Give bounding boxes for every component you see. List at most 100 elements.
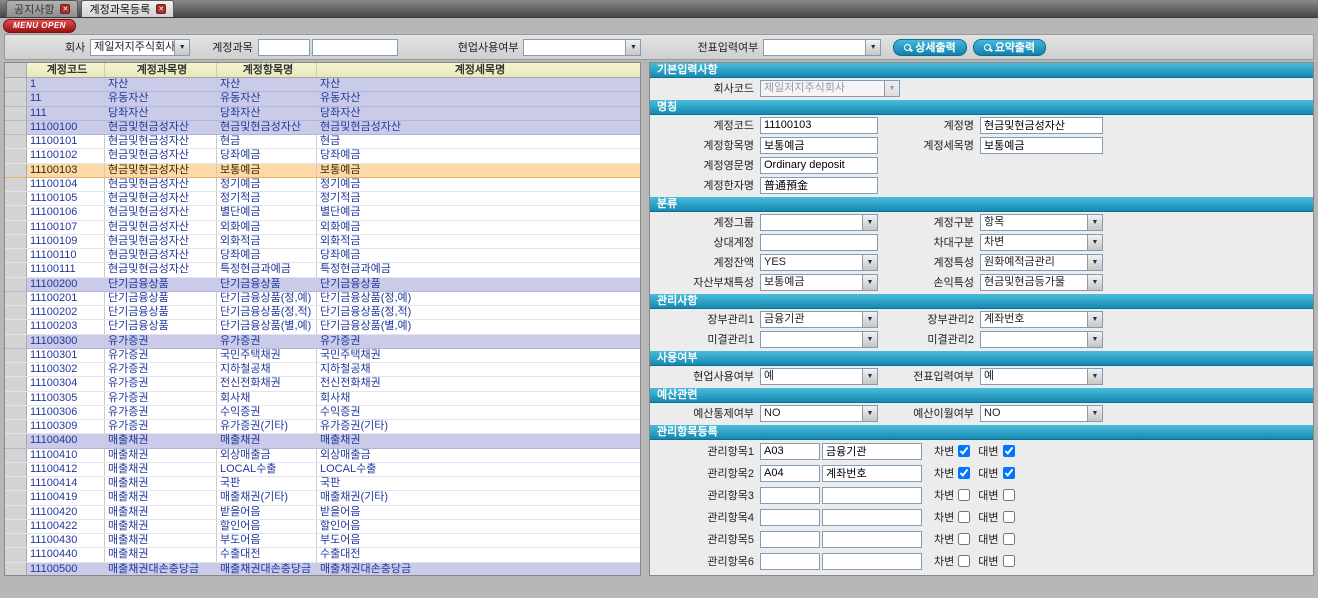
menu-open-button[interactable]: MENU OPEN bbox=[3, 19, 76, 33]
table-row[interactable]: 11100305유가증권회사채회사채 bbox=[5, 392, 640, 406]
acct-group-select[interactable]: ▼ bbox=[760, 214, 878, 231]
close-icon[interactable]: ✕ bbox=[156, 4, 166, 14]
book2-select[interactable]: 계좌번호 ▼ bbox=[980, 311, 1103, 328]
account-name-input[interactable] bbox=[312, 39, 398, 56]
account-code-input[interactable] bbox=[258, 39, 310, 56]
debit-checkbox[interactable] bbox=[958, 555, 970, 567]
open2-select[interactable]: ▼ bbox=[980, 331, 1103, 348]
credit-checkbox[interactable] bbox=[1003, 489, 1015, 501]
col-header-code[interactable]: 계정코드 bbox=[27, 63, 105, 77]
mgmt-item-name-input[interactable] bbox=[822, 443, 922, 460]
debit-checkbox[interactable] bbox=[958, 489, 970, 501]
table-row[interactable]: 11100414매출채권국판국판 bbox=[5, 477, 640, 491]
table-row[interactable]: 11100109현금및현금성자산외화적금외화적금 bbox=[5, 235, 640, 249]
table-row[interactable]: 11100309유가증권유가증권(기타)유가증권(기타) bbox=[5, 420, 640, 434]
acct-code-input[interactable] bbox=[760, 117, 878, 134]
mgmt-item-name-input[interactable] bbox=[822, 553, 922, 570]
debit-checkbox[interactable] bbox=[958, 511, 970, 523]
mgmt-item-code-input[interactable] bbox=[760, 531, 820, 548]
credit-checkbox[interactable] bbox=[1003, 467, 1015, 479]
budget-carry-select[interactable]: NO ▼ bbox=[980, 405, 1103, 422]
table-row[interactable]: 11100203단기금융상품단기금융상품(별,예)단기금융상품(별,예) bbox=[5, 320, 640, 334]
table-row[interactable]: 11100201단기금융상품단기금융상품(정,예)단기금융상품(정,예) bbox=[5, 292, 640, 306]
col-header-item[interactable]: 계정항목명 bbox=[217, 63, 317, 77]
acct-detail-input[interactable] bbox=[980, 137, 1103, 154]
acct-kind-select[interactable]: 항목 ▼ bbox=[980, 214, 1103, 231]
table-row[interactable]: 11100419매출채권매출채권(기타)매출채권(기타) bbox=[5, 491, 640, 505]
open1-select[interactable]: ▼ bbox=[760, 331, 878, 348]
balance-select[interactable]: YES ▼ bbox=[760, 254, 878, 271]
trait-select[interactable]: 원화예적금관리 ▼ bbox=[980, 254, 1103, 271]
col-header-detail[interactable]: 계정세목명 bbox=[317, 63, 640, 77]
debit-checkbox[interactable] bbox=[958, 467, 970, 479]
credit-checkbox[interactable] bbox=[1003, 511, 1015, 523]
table-row[interactable]: 11100101현금및현금성자산현금현금 bbox=[5, 135, 640, 149]
table-row[interactable]: 11유동자산유동자산유동자산 bbox=[5, 92, 640, 106]
credit-checkbox[interactable] bbox=[1003, 533, 1015, 545]
company-select[interactable]: 제일저지주식회사 ▼ bbox=[90, 39, 190, 56]
mgmt-item-name-input[interactable] bbox=[822, 509, 922, 526]
pl-trait-select[interactable]: 현금및현금등가물 ▼ bbox=[980, 274, 1103, 291]
mgmt-item-label: 관리항목5 bbox=[660, 531, 760, 547]
mgmt-item-name-input[interactable] bbox=[822, 531, 922, 548]
table-row[interactable]: 11100106현금및현금성자산별단예금별단예금 bbox=[5, 206, 640, 220]
table-row[interactable]: 11100301유가증권국민주택채권국민주택채권 bbox=[5, 349, 640, 363]
field-use-select[interactable]: ▼ bbox=[523, 39, 641, 56]
acct-hanja-input[interactable] bbox=[760, 177, 878, 194]
table-row[interactable]: 11100105현금및현금성자산정기적금정기적금 bbox=[5, 192, 640, 206]
table-row[interactable]: 11100440매출채권수출대전수출대전 bbox=[5, 548, 640, 562]
mgmt-item-code-input[interactable] bbox=[760, 465, 820, 482]
mgmt-item-code-input[interactable] bbox=[760, 553, 820, 570]
table-row[interactable]: 11100302유가증권지하철공채지하철공채 bbox=[5, 363, 640, 377]
acct-eng-input[interactable] bbox=[760, 157, 878, 174]
mgmt-item-code-input[interactable] bbox=[760, 509, 820, 526]
mgmt-item-code-input[interactable] bbox=[760, 487, 820, 504]
table-row[interactable]: 11100422매출채권할인어음할인어음 bbox=[5, 520, 640, 534]
table-row[interactable]: 1자산자산자산 bbox=[5, 78, 640, 92]
cell-code: 11100304 bbox=[27, 377, 105, 390]
table-row[interactable]: 11100107현금및현금성자산외화예금외화예금 bbox=[5, 221, 640, 235]
tab-notice[interactable]: 공지사항 ✕ bbox=[6, 0, 78, 17]
table-row[interactable]: 11100202단기금융상품단기금융상품(정,적)단기금융상품(정,적) bbox=[5, 306, 640, 320]
col-header-name[interactable]: 계정과목명 bbox=[105, 63, 217, 77]
book1-select[interactable]: 금융기관 ▼ bbox=[760, 311, 878, 328]
table-row[interactable]: 11100500매출채권대손충당금매출채권대손충당금매출채권대손충당금 bbox=[5, 563, 640, 576]
acct-item-input[interactable] bbox=[760, 137, 878, 154]
table-row[interactable]: 11100304유가증권전신전화채권전신전화채권 bbox=[5, 377, 640, 391]
mgmt-item-name-input[interactable] bbox=[822, 465, 922, 482]
table-row[interactable]: 11100430매출채권부도어음부도어음 bbox=[5, 534, 640, 548]
budget-control-select[interactable]: NO ▼ bbox=[760, 405, 878, 422]
table-row[interactable]: 11100104현금및현금성자산정기예금정기예금 bbox=[5, 178, 640, 192]
table-row[interactable]: 11100110현금및현금성자산당좌예금당좌예금 bbox=[5, 249, 640, 263]
credit-checkbox[interactable] bbox=[1003, 555, 1015, 567]
table-row[interactable]: 11100412매출채권LOCAL수출LOCAL수출 bbox=[5, 463, 640, 477]
table-row[interactable]: 11100100현금및현금성자산현금및현금성자산현금및현금성자산 bbox=[5, 121, 640, 135]
table-row[interactable]: 111당좌자산당좌자산당좌자산 bbox=[5, 107, 640, 121]
panel-slip-use-select[interactable]: 예 ▼ bbox=[980, 368, 1103, 385]
table-row[interactable]: 11100111현금및현금성자산특정현금과예금특정현금과예금 bbox=[5, 263, 640, 277]
debit-checkbox[interactable] bbox=[958, 533, 970, 545]
table-row[interactable]: 11100200단기금융상품단기금융상품단기금융상품 bbox=[5, 278, 640, 292]
debit-checkbox[interactable] bbox=[958, 445, 970, 457]
slip-input-select[interactable]: ▼ bbox=[763, 39, 881, 56]
company-code-select[interactable]: 제일저지주식회사 ▼ bbox=[760, 80, 900, 97]
mgmt-item-name-input[interactable] bbox=[822, 487, 922, 504]
close-icon[interactable]: ✕ bbox=[60, 4, 70, 14]
panel-field-use-select[interactable]: 예 ▼ bbox=[760, 368, 878, 385]
acct-name-input[interactable] bbox=[980, 117, 1103, 134]
table-row[interactable]: 11100102현금및현금성자산당좌예금당좌예금 bbox=[5, 149, 640, 163]
tab-account-registration[interactable]: 계정과목등록 ✕ bbox=[81, 0, 174, 17]
contra-account-input[interactable] bbox=[760, 234, 878, 251]
mgmt-item-code-input[interactable] bbox=[760, 443, 820, 460]
table-row[interactable]: 11100306유가증권수익증권수익증권 bbox=[5, 406, 640, 420]
table-row[interactable]: 11100300유가증권유가증권유가증권 bbox=[5, 335, 640, 349]
dc-kind-select[interactable]: 차변 ▼ bbox=[980, 234, 1103, 251]
summary-print-button[interactable]: 요약출력 bbox=[973, 39, 1046, 56]
table-row[interactable]: 11100103현금및현금성자산보통예금보통예금 bbox=[5, 164, 640, 178]
table-row[interactable]: 11100420매출채권받을어음받을어음 bbox=[5, 506, 640, 520]
table-row[interactable]: 11100400매출채권매출채권매출채권 bbox=[5, 434, 640, 448]
asset-trait-select[interactable]: 보통예금 ▼ bbox=[760, 274, 878, 291]
credit-checkbox[interactable] bbox=[1003, 445, 1015, 457]
detail-print-button[interactable]: 상세출력 bbox=[893, 39, 966, 56]
table-row[interactable]: 11100410매출채권외상매출금외상매출금 bbox=[5, 449, 640, 463]
